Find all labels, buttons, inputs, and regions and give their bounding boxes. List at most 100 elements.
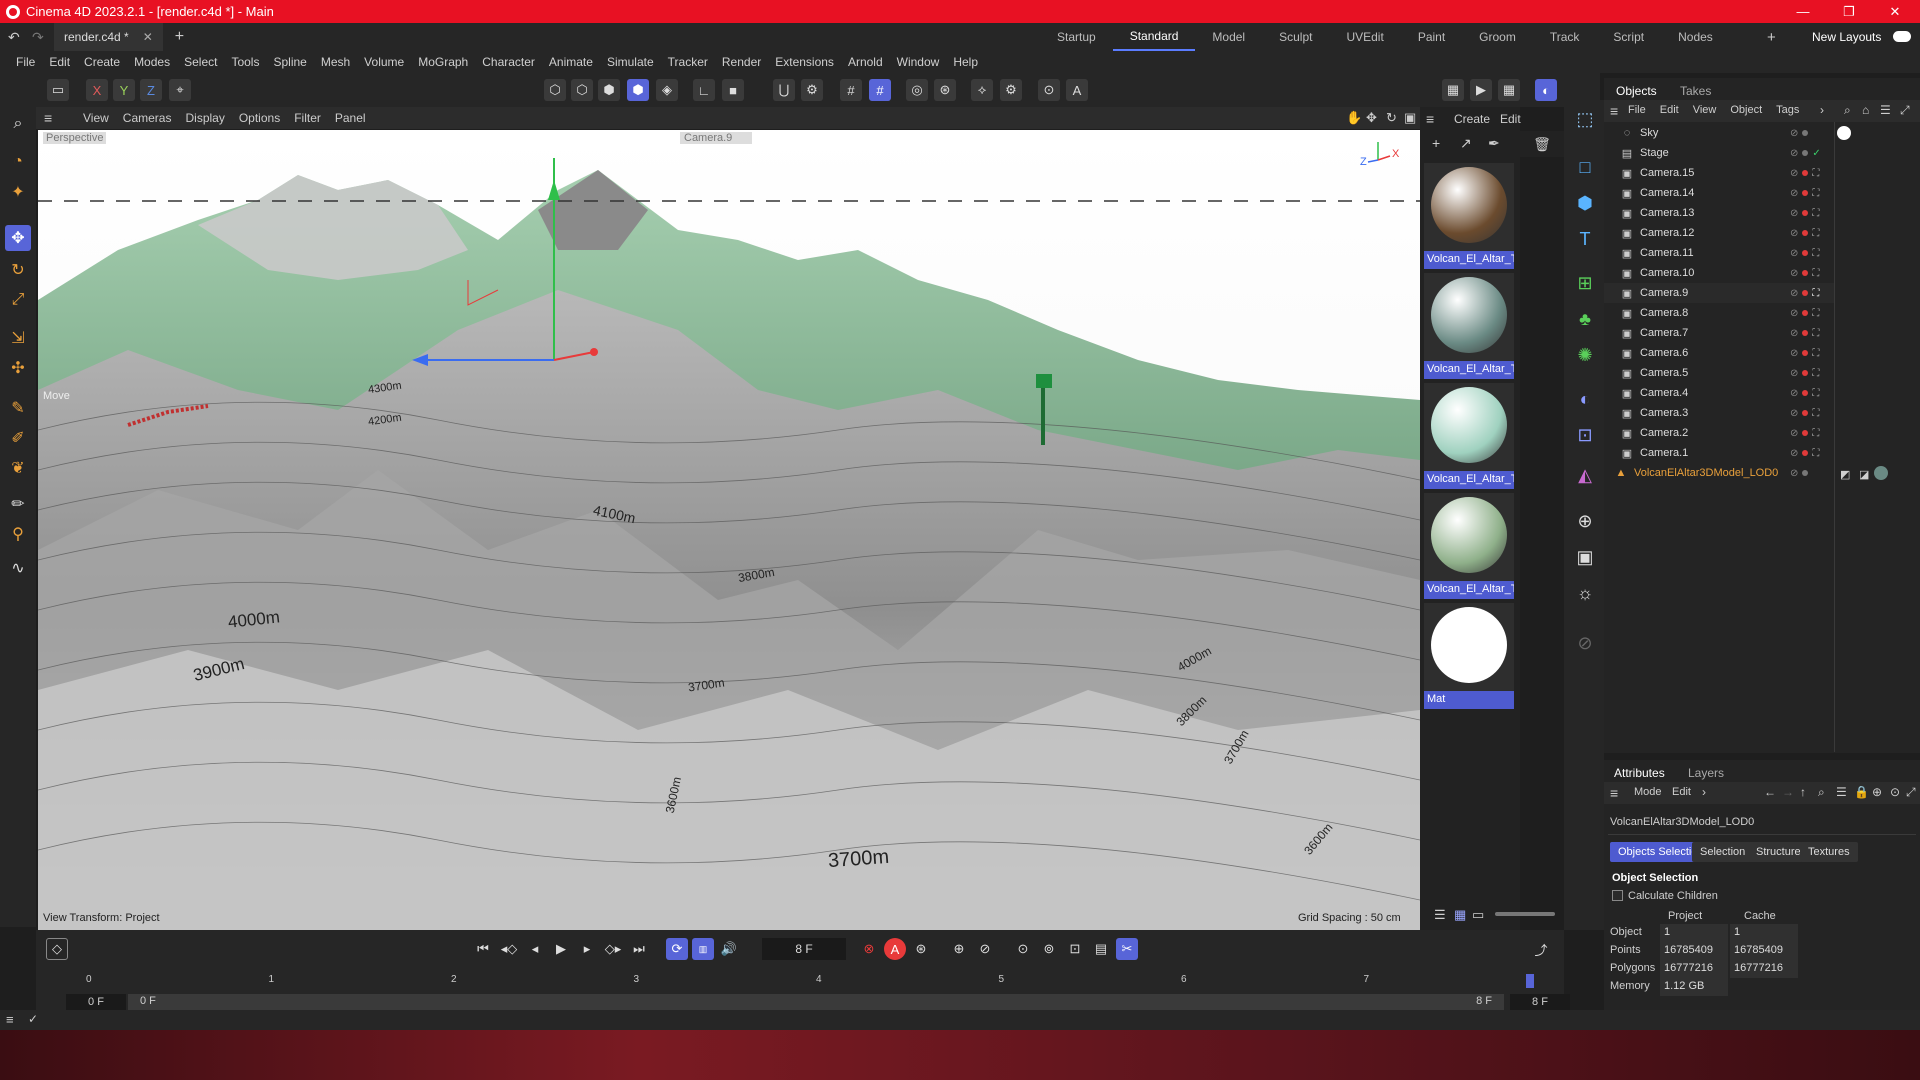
menu-volume[interactable]: Volume [357, 55, 411, 69]
layout-tab-track[interactable]: Track [1533, 23, 1597, 51]
object-row[interactable]: ▣ Camera.10 ⊘ ⛶ [1604, 263, 1834, 283]
status-hamburger-icon[interactable]: ≡ [6, 1012, 14, 1027]
sky-material-tag[interactable] [1837, 126, 1851, 140]
material-swatch[interactable]: Volcan_El_Altar_Te [1424, 493, 1514, 599]
previous-key-icon[interactable]: ◂◇ [498, 938, 520, 960]
visibility-flags[interactable]: ⊘ ⛶ [1790, 448, 1819, 459]
object-row[interactable]: ▣ Camera.5 ⊘ ⛶ [1604, 363, 1834, 383]
viewport-menu-view[interactable]: View [76, 111, 116, 125]
object-row[interactable]: ▣ Camera.3 ⊘ ⛶ [1604, 403, 1834, 423]
visibility-flags[interactable]: ⊘ ⛶ [1790, 348, 1819, 359]
visibility-dot[interactable] [1802, 470, 1809, 476]
expand-icon[interactable]: ⤢ [1900, 103, 1910, 118]
symmetry-icon[interactable]: ⟡ [971, 79, 993, 101]
viewport-menu-filter[interactable]: Filter [287, 111, 328, 125]
camera-target-icon[interactable]: ⛶ [1812, 268, 1819, 279]
material-zoom-slider[interactable] [1495, 912, 1555, 916]
menu-select[interactable]: Select [177, 55, 224, 69]
menu-character[interactable]: Character [475, 55, 542, 69]
layout-tab-groom[interactable]: Groom [1462, 23, 1533, 51]
visibility-flags[interactable]: ⊘ ⛶ [1790, 268, 1819, 279]
new-layouts-label[interactable]: New Layouts [1812, 30, 1881, 44]
menu-modes[interactable]: Modes [127, 55, 177, 69]
primitive-object-icon[interactable]: ⬢ [1572, 190, 1598, 216]
camera-target-icon[interactable]: ⛶ [1812, 408, 1819, 419]
visibility-dot[interactable] [1802, 230, 1809, 236]
effector-icon[interactable]: ✺ [1572, 342, 1598, 368]
layout-tab-model[interactable]: Model [1195, 23, 1262, 51]
environment-icon[interactable]: ⊕ [1572, 508, 1598, 534]
object-menu-tags[interactable]: Tags [1776, 104, 1799, 116]
search-icon[interactable]: ⌕ [5, 111, 31, 137]
phong-tag-icon[interactable]: ◩ [1840, 468, 1850, 481]
key-param-icon[interactable]: ⊚ [1038, 938, 1060, 960]
deformer-icon[interactable]: ◐ [1572, 386, 1598, 412]
end-frame-field[interactable]: 8 F [1510, 994, 1570, 1010]
move-tool-icon[interactable]: ✥ [5, 225, 31, 251]
object-row[interactable]: ▣ Camera.11 ⊘ ⛶ [1604, 243, 1834, 263]
menu-animate[interactable]: Animate [542, 55, 600, 69]
play-icon[interactable]: ▶ [550, 938, 572, 960]
attribute-search-icon[interactable]: ⌕ [1818, 785, 1825, 800]
material-hamburger-icon[interactable]: ≡ [1426, 111, 1434, 127]
viewport-menu-cameras[interactable]: Cameras [116, 111, 179, 125]
object-row[interactable]: ▣ Camera.8 ⊘ ⛶ [1604, 303, 1834, 323]
visibility-dot[interactable] [1802, 250, 1809, 256]
eyedropper-icon[interactable]: ✒ [1488, 135, 1500, 152]
layout-tab-script[interactable]: Script [1596, 23, 1661, 51]
object-row[interactable]: ▣ Camera.7 ⊘ ⛶ [1604, 323, 1834, 343]
playback-rate-icon[interactable]: ▥ [692, 938, 714, 960]
visibility-flags[interactable]: ⊘ ⛶ [1790, 228, 1819, 239]
scene-icon[interactable]: ◭ [1572, 462, 1598, 488]
object-row[interactable]: ▣ Camera.15 ⊘ ⛶ [1604, 163, 1834, 183]
tab-layers[interactable]: Layers [1688, 766, 1724, 780]
object-menu-file[interactable]: File [1628, 104, 1646, 116]
camera-target-icon[interactable]: ⛶ [1812, 428, 1819, 439]
layout-tab-nodes[interactable]: Nodes [1661, 23, 1730, 51]
rotate-view-icon[interactable]: ↻ [1386, 110, 1397, 126]
snap-settings-icon[interactable]: ⚙ [801, 79, 823, 101]
material-menu-create[interactable]: Create [1454, 112, 1490, 126]
object-row[interactable]: ▣ Camera.9 ⊘ ⛶ [1604, 283, 1834, 303]
visibility-dot[interactable] [1802, 430, 1809, 436]
loop-icon[interactable]: ⟳ [666, 938, 688, 960]
visibility-flags[interactable]: ⊘ ⛶ [1790, 288, 1819, 299]
layer-icon[interactable]: ⊘ [1790, 188, 1798, 199]
camera-target-icon[interactable]: ⛶ [1812, 368, 1819, 379]
layout-tab-standard[interactable]: Standard [1112, 23, 1196, 51]
visibility-dot[interactable] [1802, 210, 1809, 216]
visibility-flags[interactable]: ⊘ ⛶ [1790, 188, 1819, 199]
visibility-dot[interactable] [1802, 150, 1809, 156]
maximize-view-icon[interactable]: ▣ [1404, 110, 1416, 126]
magnet-icon[interactable]: ⋃ [773, 79, 795, 101]
lock-view-icon[interactable]: ⊙ [1038, 79, 1060, 101]
previous-frame-icon[interactable]: ◂ [524, 938, 546, 960]
camera-target-icon[interactable]: ⛶ [1812, 448, 1819, 459]
menu-help[interactable]: Help [946, 55, 985, 69]
go-to-end-icon[interactable]: ⏭ [628, 938, 650, 960]
visibility-dot[interactable] [1802, 450, 1809, 456]
visibility-dot[interactable] [1802, 270, 1809, 276]
tab-objects[interactable]: Objects [1616, 84, 1657, 98]
render-region-icon[interactable]: ◎ [906, 79, 928, 101]
camera-target-icon[interactable]: ⛶ [1812, 348, 1819, 359]
viewport-menu-panel[interactable]: Panel [328, 111, 373, 125]
menu-arnold[interactable]: Arnold [841, 55, 890, 69]
layout-tab-uvedit[interactable]: UVEdit [1329, 23, 1400, 51]
attribute-settings-icon[interactable]: ⊙ [1890, 785, 1900, 799]
scale-tool-icon[interactable]: ⤢ [5, 287, 31, 313]
visibility-flags[interactable]: ⊘ [1790, 468, 1812, 479]
spline-tool-icon[interactable]: ✐ [5, 425, 31, 451]
visibility-dot[interactable] [1802, 310, 1809, 316]
live-select-icon[interactable]: ✦ [5, 179, 31, 205]
menu-tools[interactable]: Tools [224, 55, 266, 69]
camera-target-icon[interactable]: ⛶ [1812, 228, 1819, 239]
layer-icon[interactable]: ⊘ [1790, 288, 1798, 299]
visibility-dot[interactable] [1802, 350, 1809, 356]
close-window-button[interactable]: ✕ [1872, 0, 1918, 23]
menu-window[interactable]: Window [890, 55, 947, 69]
visibility-flags[interactable]: ⊘ ⛶ [1790, 308, 1819, 319]
document-tab[interactable]: render.c4d * ✕ [54, 23, 163, 51]
layer-icon[interactable]: ⊘ [1790, 128, 1798, 139]
layer-icon[interactable]: ⊘ [1790, 348, 1798, 359]
